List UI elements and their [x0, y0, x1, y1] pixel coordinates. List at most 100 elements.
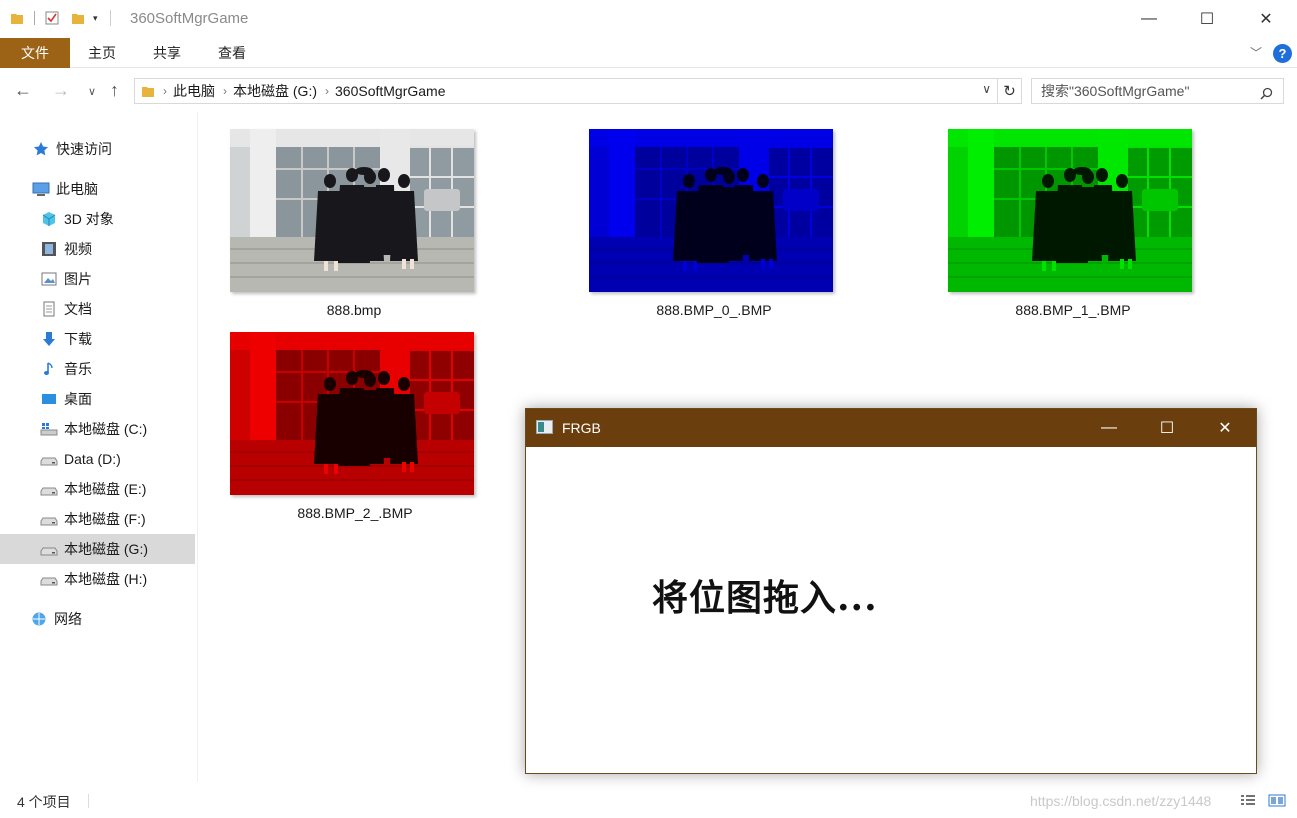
- breadcrumb-folder[interactable]: 360SoftMgrGame: [335, 83, 446, 99]
- sidebar-item-videos[interactable]: 视频: [0, 234, 195, 264]
- sidebar-item-label: 快速访问: [56, 141, 112, 157]
- properties-icon[interactable]: [45, 11, 59, 25]
- sidebar-item-pictures[interactable]: 图片: [0, 264, 195, 294]
- tab-share[interactable]: 共享: [143, 38, 191, 68]
- forward-arrow-icon[interactable]: →: [52, 80, 70, 101]
- drop-hint: 将位图拖入...: [652, 577, 878, 619]
- window-title: 360SoftMgrGame: [130, 10, 249, 27]
- sidebar-item-label: 下载: [64, 331, 92, 347]
- chevron-right-icon[interactable]: ›: [223, 84, 227, 98]
- sidebar-item-this-pc[interactable]: 此电脑: [0, 174, 195, 204]
- navigation-pane: 快速访问 此电脑 3D 对象 视频 图片 文档 下载 音乐 桌面 本地磁盘 (C…: [0, 112, 198, 782]
- refresh-icon: ↻: [1003, 83, 1016, 100]
- search-icon[interactable]: [1260, 83, 1273, 100]
- file-thumbnail-red[interactable]: [230, 332, 474, 495]
- chevron-right-icon[interactable]: ›: [325, 84, 329, 98]
- up-arrow-icon[interactable]: ↑: [110, 80, 119, 101]
- system-drive-icon: [40, 420, 58, 438]
- minimize-button[interactable]: —: [1120, 0, 1178, 38]
- computer-icon: [32, 180, 50, 198]
- music-icon: [40, 360, 58, 378]
- sidebar-item-desktop[interactable]: 桌面: [0, 384, 195, 414]
- frgb-title: FRGB: [562, 420, 601, 436]
- sidebar-item-label: 本地磁盘 (H:): [64, 571, 148, 587]
- close-button[interactable]: ✕: [1237, 0, 1295, 38]
- cube-icon: [40, 210, 58, 228]
- file-thumbnail-green[interactable]: [948, 129, 1192, 292]
- frgb-window[interactable]: FRGB — ☐ ✕ 将位图拖入...: [525, 408, 1257, 774]
- title-bar: ▾ 360SoftMgrGame — ☐ ✕: [0, 0, 1297, 38]
- file-name[interactable]: 888.BMP_2_.BMP: [233, 505, 477, 521]
- desktop-icon: [40, 390, 58, 408]
- help-icon[interactable]: ?: [1273, 44, 1292, 63]
- tab-home[interactable]: 主页: [78, 38, 126, 68]
- sidebar-item-drive-d[interactable]: Data (D:): [0, 444, 195, 474]
- chevron-right-icon[interactable]: ›: [163, 84, 167, 98]
- quick-access-toolbar: ▾: [10, 10, 111, 26]
- ribbon-tabs: 文件 主页 共享 查看 ﹀ ?: [0, 38, 1297, 68]
- picture-icon: [40, 270, 58, 288]
- sidebar-item-label: 本地磁盘 (G:): [64, 541, 148, 557]
- address-bar[interactable]: › 此电脑 › 本地磁盘 (G:) › 360SoftMgrGame ∨: [134, 78, 998, 104]
- chevron-down-icon[interactable]: ∨: [982, 82, 991, 96]
- sidebar-item-label: 本地磁盘 (F:): [64, 511, 146, 527]
- sidebar-item-drive-h[interactable]: 本地磁盘 (H:): [0, 564, 195, 594]
- drive-icon: [40, 570, 58, 588]
- toolbar-divider: [109, 10, 111, 26]
- sidebar-item-quick-access[interactable]: 快速访问: [0, 134, 195, 164]
- refresh-button[interactable]: ↻: [998, 78, 1022, 104]
- frgb-maximize-button[interactable]: ☐: [1138, 409, 1196, 447]
- download-icon: [40, 330, 58, 348]
- sidebar-item-network[interactable]: 网络: [0, 604, 195, 634]
- sidebar-item-drive-e[interactable]: 本地磁盘 (E:): [0, 474, 195, 504]
- sidebar-item-downloads[interactable]: 下载: [0, 324, 195, 354]
- item-count: 4 个项目: [17, 794, 71, 810]
- sidebar-item-label: 此电脑: [56, 181, 98, 197]
- drive-icon: [40, 510, 58, 528]
- large-icons-view-icon[interactable]: [1268, 794, 1286, 807]
- customize-toolbar-icon[interactable]: ▾: [93, 13, 98, 24]
- sidebar-item-3d-objects[interactable]: 3D 对象: [0, 204, 195, 234]
- network-icon: [30, 610, 48, 628]
- star-icon: [32, 140, 50, 158]
- folder-icon[interactable]: [10, 11, 24, 25]
- sidebar-item-label: 音乐: [64, 361, 92, 377]
- sidebar-item-label: 文档: [64, 301, 92, 317]
- drive-icon: [40, 540, 58, 558]
- sidebar-item-label: 网络: [54, 611, 82, 627]
- tab-view[interactable]: 查看: [208, 38, 256, 68]
- sidebar-item-label: 图片: [64, 271, 92, 287]
- sidebar-item-music[interactable]: 音乐: [0, 354, 195, 384]
- file-thumbnail-original[interactable]: [230, 129, 474, 292]
- sidebar-item-label: 视频: [64, 241, 92, 257]
- breadcrumb-this-pc[interactable]: 此电脑: [173, 81, 215, 101]
- search-input[interactable]: 搜索"360SoftMgrGame": [1031, 78, 1284, 104]
- new-folder-icon[interactable]: [71, 11, 85, 25]
- expand-ribbon-icon[interactable]: ﹀: [1250, 44, 1262, 61]
- sidebar-item-drive-g[interactable]: 本地磁盘 (G:): [0, 534, 195, 564]
- recent-locations-icon[interactable]: ∨: [88, 85, 96, 98]
- frgb-close-button[interactable]: ✕: [1196, 409, 1254, 447]
- tab-file[interactable]: 文件: [0, 38, 70, 68]
- back-arrow-icon[interactable]: ←: [14, 80, 32, 101]
- sidebar-item-documents[interactable]: 文档: [0, 294, 195, 324]
- file-name[interactable]: 888.bmp: [232, 302, 476, 318]
- sidebar-item-label: 本地磁盘 (C:): [64, 421, 148, 437]
- maximize-button[interactable]: ☐: [1178, 0, 1236, 38]
- watermark: https://blog.csdn.net/zzy1448: [1030, 793, 1212, 809]
- file-name[interactable]: 888.BMP_1_.BMP: [951, 302, 1195, 318]
- sidebar-item-label: Data (D:): [64, 451, 121, 467]
- file-name[interactable]: 888.BMP_0_.BMP: [592, 302, 836, 318]
- navigation-bar: ← → ∨ ↑ › 此电脑 › 本地磁盘 (G:) › 360SoftMgrGa…: [0, 70, 1297, 112]
- status-divider: [88, 794, 89, 808]
- sidebar-item-label: 本地磁盘 (E:): [64, 481, 147, 497]
- drive-icon: [40, 480, 58, 498]
- details-view-icon[interactable]: [1240, 794, 1256, 807]
- breadcrumb-drive-g[interactable]: 本地磁盘 (G:): [233, 81, 317, 101]
- frgb-title-bar[interactable]: FRGB — ☐ ✕: [526, 409, 1256, 447]
- file-thumbnail-blue[interactable]: [589, 129, 833, 292]
- sidebar-item-drive-c[interactable]: 本地磁盘 (C:): [0, 414, 195, 444]
- toolbar-divider: [34, 11, 35, 25]
- sidebar-item-drive-f[interactable]: 本地磁盘 (F:): [0, 504, 195, 534]
- frgb-minimize-button[interactable]: —: [1080, 409, 1138, 447]
